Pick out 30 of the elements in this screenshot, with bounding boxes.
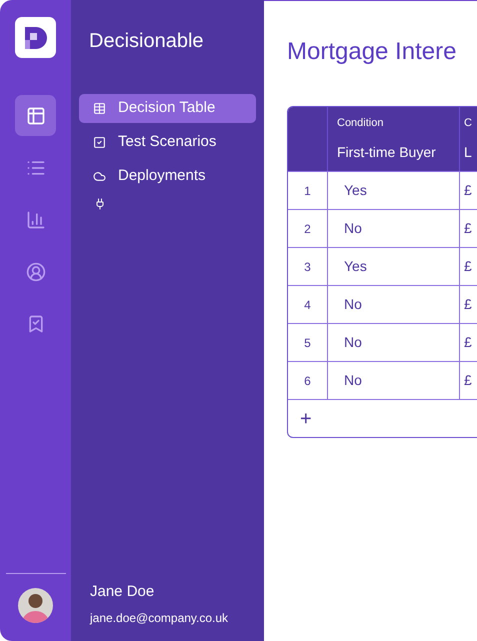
column-header: L xyxy=(464,142,473,162)
table-cell-text: £ xyxy=(463,295,473,314)
row-number: 1 xyxy=(288,172,328,209)
row-number: 6 xyxy=(288,362,328,399)
table-cell: No xyxy=(328,362,460,399)
row-number: 3 xyxy=(288,248,328,285)
table-cell-text: £ xyxy=(463,257,473,276)
page-title: Mortgage Intere xyxy=(287,37,458,67)
user-name: Jane Doe xyxy=(90,582,156,602)
nav-item[interactable]: Deployments xyxy=(79,162,256,191)
table-cell-text: £ xyxy=(463,219,473,238)
table-cell: No xyxy=(328,324,460,361)
row-number: 4 xyxy=(288,286,328,323)
table-cell: No xyxy=(328,286,460,323)
row-number: 2 xyxy=(288,210,328,247)
add-row-button[interactable]: + xyxy=(300,404,312,434)
row-number: 5 xyxy=(288,324,328,361)
column-header: First-time Buyer xyxy=(337,142,437,162)
column-type: Condition xyxy=(337,116,384,132)
app-title: Decisionable xyxy=(89,29,205,54)
nav-item[interactable]: Decision Table xyxy=(79,94,256,123)
column-type: C xyxy=(464,116,473,132)
table-cell-text: £ xyxy=(463,333,473,352)
nav-item[interactable]: Test Scenarios xyxy=(79,128,256,157)
table-cell: Yes xyxy=(328,248,460,285)
table-cell-text: £ xyxy=(463,371,473,390)
table-cell-text: £ xyxy=(463,181,473,200)
table-cell: Yes xyxy=(328,172,460,209)
user-email: jane.doe@company.co.uk xyxy=(90,610,230,627)
table-cell: No xyxy=(328,210,460,247)
